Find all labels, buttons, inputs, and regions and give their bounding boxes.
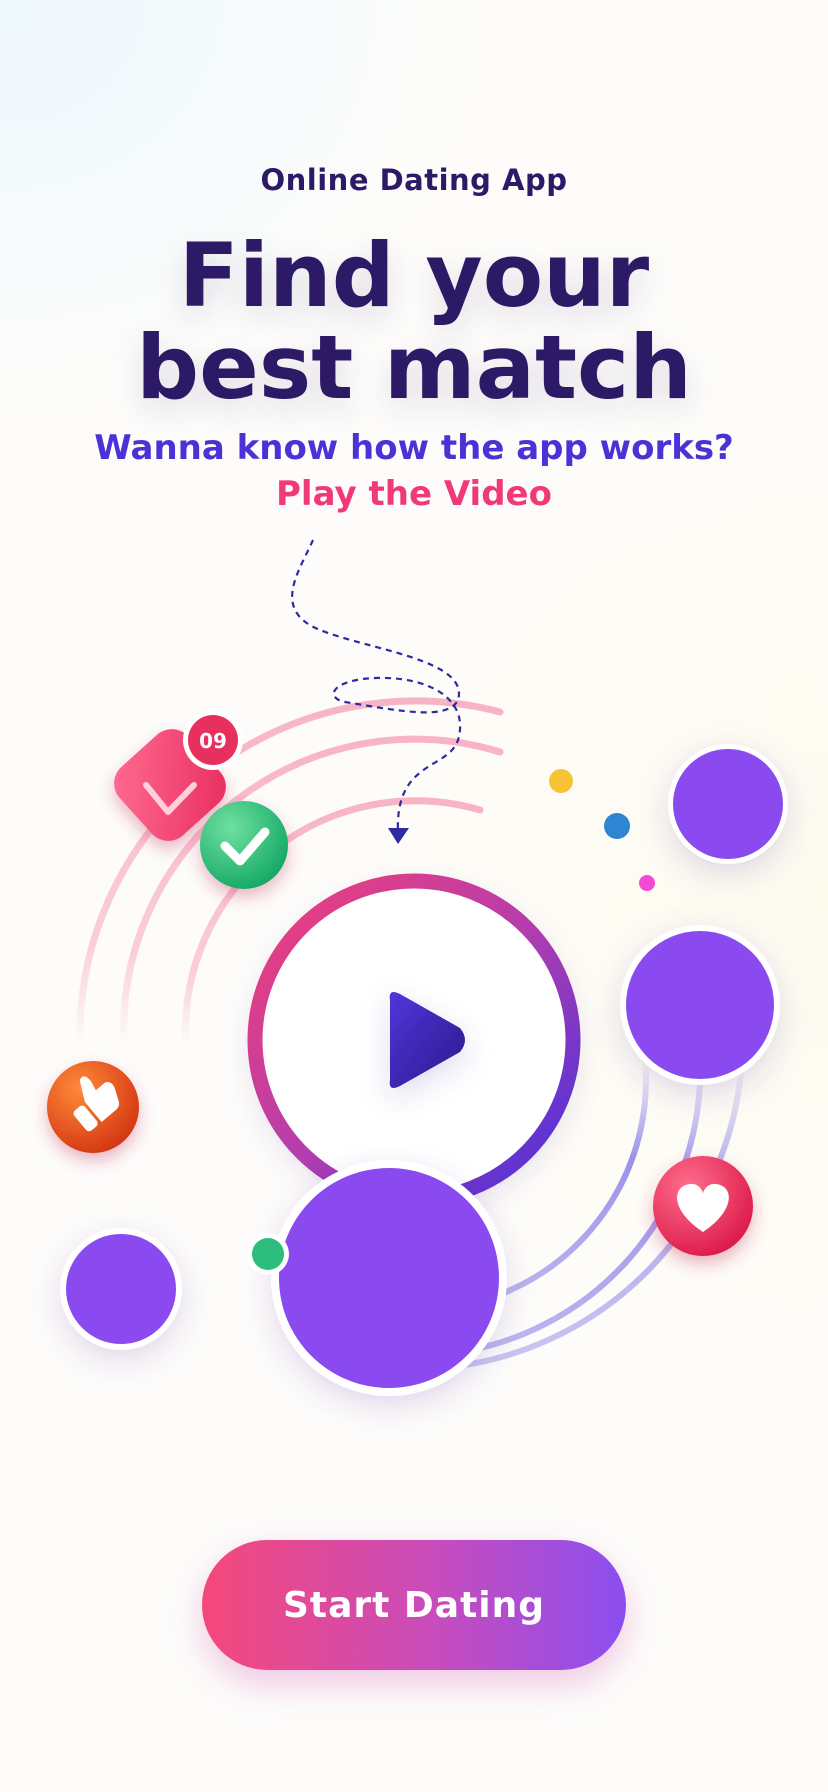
dot-magenta <box>639 875 655 891</box>
dot-yellow <box>549 769 573 793</box>
check-badge[interactable] <box>200 801 288 889</box>
online-dot-fill <box>252 1238 284 1270</box>
avatar-right-middle[interactable] <box>620 925 780 1085</box>
avatar-main[interactable] <box>271 1160 507 1396</box>
dashed-arrow-head <box>388 828 409 844</box>
start-dating-button[interactable]: Start Dating <box>202 1540 626 1670</box>
message-badge-count: 09 <box>199 729 227 753</box>
dashed-arrow <box>291 539 462 833</box>
dot-blue <box>604 813 630 839</box>
matching-illustration: 09 <box>47 539 788 1396</box>
avatar-left-bottom[interactable] <box>60 1228 182 1350</box>
message-badge: 09 <box>183 710 243 770</box>
like-badge[interactable] <box>47 1061 139 1153</box>
avatar-right-top[interactable] <box>668 744 788 864</box>
heart-badge[interactable] <box>653 1156 753 1256</box>
